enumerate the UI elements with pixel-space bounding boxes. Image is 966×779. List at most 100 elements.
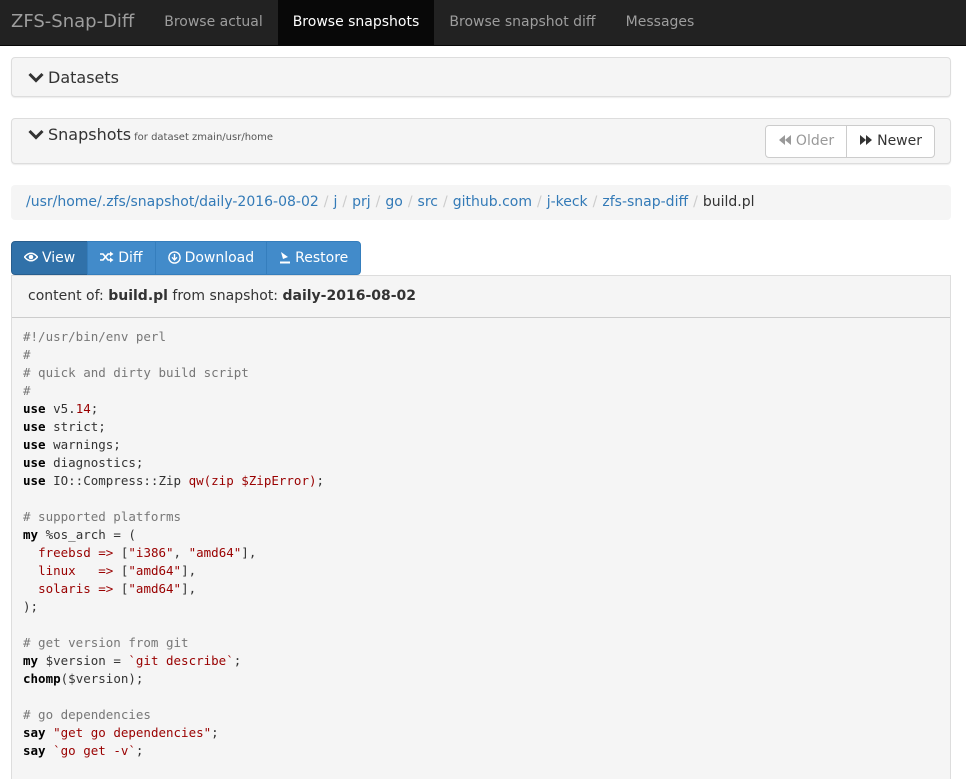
nav-browse-snapshots[interactable]: Browse snapshots: [278, 0, 434, 46]
file-content-panel: content of: build.pl from snapshot: dail…: [11, 275, 951, 779]
code-token: "amd64": [128, 563, 182, 578]
breadcrumb-item[interactable]: zfs-snap-diff: [602, 194, 688, 210]
code-line: use warnings;: [23, 436, 950, 454]
code-line: #: [23, 346, 950, 364]
breadcrumb-separator: /: [443, 194, 448, 210]
snapshots-dataset-subtitle: for dataset zmain/usr/home: [134, 132, 274, 143]
code-line: # get version from git: [23, 634, 950, 652]
code-token: qw(zip $ZipError): [188, 473, 317, 488]
code-line: freebsd => ["i386", "amd64"],: [23, 544, 950, 562]
breadcrumb-item[interactable]: /usr/home/.zfs/snapshot/daily-2016-08-02: [26, 194, 319, 210]
content-middle: from snapshot:: [172, 288, 279, 304]
datasets-toggle[interactable]: Datasets: [28, 68, 119, 87]
forward-icon: [860, 135, 873, 145]
code-line: # supported platforms: [23, 508, 950, 526]
file-actions-group: View Diff Download Restore: [11, 241, 362, 275]
code-token: [: [113, 545, 129, 560]
datasets-panel: Datasets: [11, 57, 951, 97]
breadcrumb-separator: /: [693, 194, 698, 210]
content-file-name: build.pl: [108, 288, 168, 304]
content-snapshot-name: daily-2016-08-02: [282, 288, 417, 304]
content-prefix: content of:: [28, 288, 104, 304]
code-token: v5.: [45, 401, 76, 416]
newer-button[interactable]: Newer: [846, 125, 935, 158]
code-token: use: [23, 437, 46, 452]
code-token: "amd64": [128, 581, 182, 596]
breadcrumb-separator: /: [407, 194, 413, 210]
breadcrumb-item[interactable]: src: [418, 194, 438, 210]
breadcrumb-separator: /: [536, 194, 542, 210]
code-token: strict;: [45, 419, 106, 434]
code-token: ],: [181, 563, 197, 578]
shuffle-icon: [100, 251, 114, 263]
code-token: # quick and dirty build script: [23, 365, 249, 380]
breadcrumb-separator: /: [342, 194, 348, 210]
view-button-label: View: [42, 250, 76, 266]
restore-button[interactable]: Restore: [266, 241, 362, 275]
code-token: # go dependencies: [23, 707, 151, 722]
code-token: use: [23, 401, 46, 416]
older-button[interactable]: Older: [764, 125, 848, 158]
code-view: #!/usr/bin/env perl # # quick and dirty bu…: [12, 317, 950, 779]
view-button[interactable]: View: [11, 241, 89, 275]
download-button[interactable]: Download: [154, 241, 268, 275]
code-token: ;: [233, 653, 242, 668]
breadcrumb-separator: /: [323, 194, 329, 210]
datasets-title: Datasets: [48, 68, 119, 87]
code-token: 14: [75, 401, 91, 416]
code-token: ($version);: [60, 671, 144, 686]
older-button-label: Older: [795, 133, 835, 149]
breadcrumb-separator: /: [375, 194, 381, 210]
breadcrumb-item[interactable]: go: [385, 194, 402, 210]
code-token: chomp: [23, 671, 61, 686]
snapshot-nav-group: Older Newer: [764, 125, 935, 158]
code-token: ;: [90, 401, 99, 416]
code-token: );: [23, 599, 39, 614]
breadcrumb-current: build.pl: [702, 194, 755, 210]
code-token: `go get -v`: [53, 743, 136, 758]
code-token: my: [23, 527, 39, 542]
code-line: my %os_arch = (: [23, 526, 950, 544]
code-token: linux =>: [38, 563, 114, 578]
code-line: say "get go dependencies";: [23, 724, 950, 742]
chevron-down-icon: [28, 129, 44, 140]
code-token: use: [23, 473, 46, 488]
nav-browse-actual[interactable]: Browse actual: [149, 0, 278, 46]
restore-button-label: Restore: [295, 250, 349, 266]
nav-browse-snapshot-diff[interactable]: Browse snapshot diff: [434, 0, 611, 46]
code-line: say `go get -v`;: [23, 742, 950, 760]
code-token: freebsd =>: [38, 545, 114, 560]
nav-messages[interactable]: Messages: [611, 0, 709, 46]
code-token: $version =: [38, 653, 129, 668]
app-brand[interactable]: ZFS-Snap-Diff: [11, 0, 134, 46]
code-token: # get version from git: [23, 635, 189, 650]
code-token: ;: [211, 725, 219, 740]
code-token: ,: [173, 545, 189, 560]
download-button-label: Download: [184, 250, 255, 266]
code-token: solaris =>: [38, 581, 114, 596]
code-token: IO::Compress::Zip: [45, 473, 189, 488]
code-token: use: [23, 419, 46, 434]
code-line: use IO::Compress::Zip qw(zip $ZipError);: [23, 472, 950, 490]
breadcrumb-item[interactable]: github.com: [453, 194, 532, 210]
newer-button-label: Newer: [877, 133, 922, 149]
breadcrumb-item[interactable]: j-keck: [547, 194, 588, 210]
top-navbar: ZFS-Snap-Diff Browse actual Browse snaps…: [0, 0, 966, 46]
code-token: "get go dependencies": [53, 725, 212, 740]
breadcrumb-separator: /: [592, 194, 598, 210]
snapshots-toggle[interactable]: Snapshots for dataset zmain/usr/home: [28, 125, 273, 144]
backward-icon: [778, 135, 791, 145]
content-heading: content of: build.pl from snapshot: dail…: [28, 288, 416, 304]
snapshots-title: Snapshots: [48, 125, 132, 144]
breadcrumb-item[interactable]: prj: [352, 194, 371, 210]
diff-button[interactable]: Diff: [87, 241, 156, 275]
code-token: diagnostics;: [45, 455, 144, 470]
code-line: );: [23, 598, 950, 616]
code-line: use strict;: [23, 418, 950, 436]
